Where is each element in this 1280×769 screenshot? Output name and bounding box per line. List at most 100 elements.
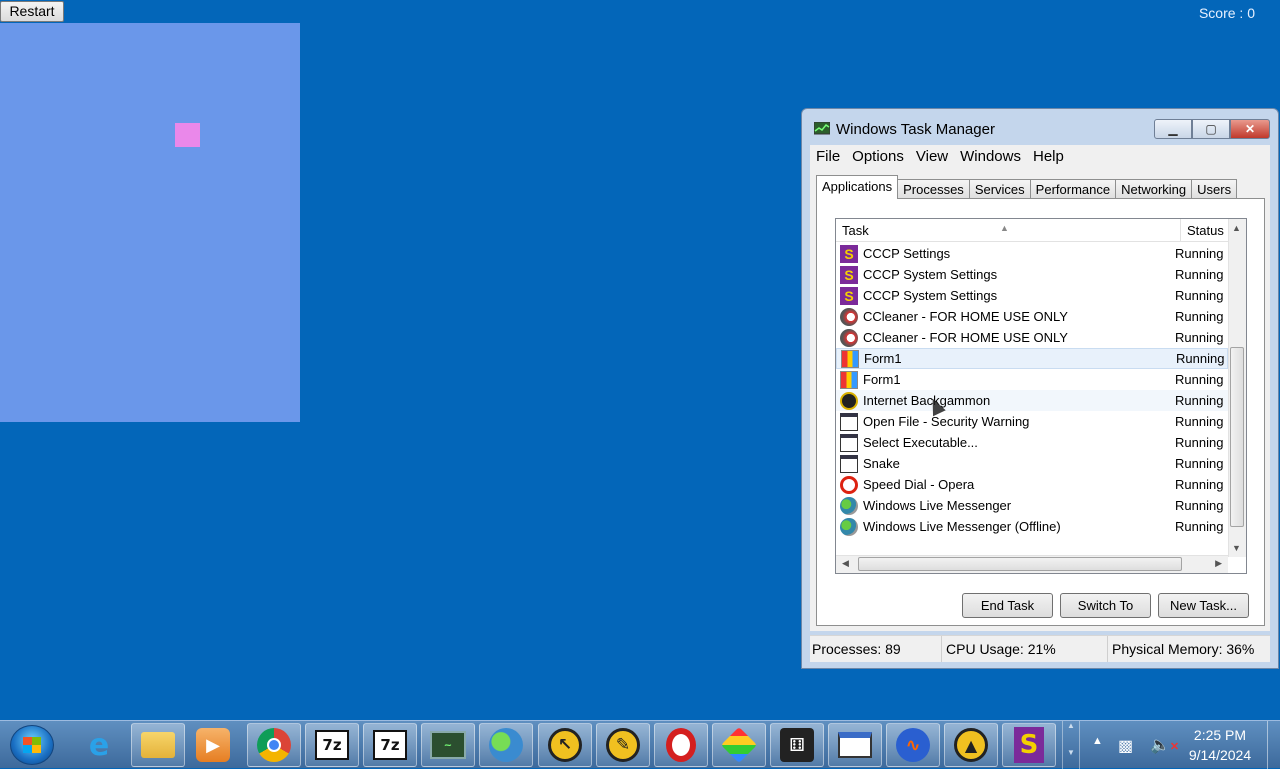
status-bar: Processes: 89 CPU Usage: 21% Physical Me… [810,635,1270,662]
list-header: ▲ Task Status [836,219,1228,242]
list-item[interactable]: S CCCP System Settings Running [836,285,1228,306]
taskbar-scroll-grip[interactable]: ▲ ▼ [1062,721,1080,769]
form-icon [840,370,858,389]
minimize-icon: ▁ [1168,122,1178,136]
restart-button[interactable]: Restart [0,1,64,22]
list-item[interactable]: Open File - Security Warning Running [836,411,1228,432]
column-header-task[interactable]: ▲ Task [836,219,1181,241]
taskbar-item-explorer[interactable] [131,723,185,767]
taskbar-item-audacity[interactable]: ∿ [886,723,940,767]
applications-list[interactable]: ▲ Task Status S CCCP Settings Running S CCC… [835,218,1247,574]
opera-icon [840,475,858,494]
taskbar-item-messenger[interactable] [479,723,533,767]
new-task-button[interactable]: New Task... [1158,593,1249,618]
7zip-icon: 7z [315,730,349,760]
menu-options[interactable]: Options [846,148,910,165]
list-item[interactable]: Internet Backgammon Running [836,390,1228,411]
task-name: Snake [863,456,900,471]
end-task-button[interactable]: End Task [962,593,1053,618]
tab-strip: Applications Processes Services Performa… [816,175,1238,199]
taskbar-item-dice[interactable]: ⚅ [770,723,824,767]
clock-date: 9/14/2024 [1188,747,1252,763]
scroll-down-icon[interactable]: ▼ [1232,543,1241,553]
show-desktop-button[interactable] [1267,721,1280,769]
list-item[interactable]: CCleaner - FOR HOME USE ONLY Running [836,327,1228,348]
task-name: CCleaner - FOR HOME USE ONLY [863,309,1068,324]
scroll-up-icon[interactable]: ▲ [1232,223,1241,233]
column-header-status[interactable]: Status [1181,219,1224,241]
list-item[interactable]: Snake Running [836,453,1228,474]
menu-windows[interactable]: Windows [954,148,1027,165]
maximize-button[interactable]: ▢ [1192,119,1230,139]
tab-processes[interactable]: Processes [897,179,970,199]
taskbar-item-bluestacks[interactable] [712,723,766,767]
taskbar-item-chrome[interactable] [247,723,301,767]
scroll-left-icon[interactable]: ◀ [842,558,849,569]
media-player-icon: ▶ [196,728,230,762]
cccp-icon: S [840,286,858,305]
taskbar-item-opera[interactable] [654,723,708,767]
list-item[interactable]: CCleaner - FOR HOME USE ONLY Running [836,306,1228,327]
menu-help[interactable]: Help [1027,148,1070,165]
list-item[interactable]: Select Executable... Running [836,432,1228,453]
switch-to-button[interactable]: Switch To [1060,593,1151,618]
show-hidden-icons-icon[interactable]: ▲ [1092,735,1103,747]
list-item[interactable]: Windows Live Messenger Running [836,495,1228,516]
list-item[interactable]: S CCCP Settings Running [836,243,1228,264]
list-item[interactable]: Windows Live Messenger (Offline) Running [836,516,1228,537]
tab-performance[interactable]: Performance [1029,179,1117,199]
start-button[interactable] [10,725,54,765]
taskbar: e ▶ 7z 7z ~ ↖ ✎ ⚅ ∿ ▲ S ▲ ▼ ▲ ▩ 🔈✕ 2:25 P… [0,720,1280,769]
column-status-label: Status [1187,223,1224,238]
taskbar-item-pencil[interactable]: ✎ [596,723,650,767]
taskbar-item-cccp[interactable]: S [1002,723,1056,767]
tab-networking[interactable]: Networking [1115,179,1193,199]
horizontal-scroll-thumb[interactable] [858,557,1182,571]
cccp-icon: S [1014,727,1044,763]
tab-services[interactable]: Services [968,179,1031,199]
opera-icon [666,728,696,762]
task-status: Running [1175,267,1223,282]
form-icon [841,349,859,368]
scroll-right-icon[interactable]: ▶ [1215,558,1222,569]
clock-time: 2:25 PM [1193,727,1247,743]
taskbar-item-7zip-1[interactable]: 7z [305,723,359,767]
taskbar-item-task-manager[interactable]: ~ [421,723,475,767]
volume-muted-icon[interactable]: 🔈✕ [1150,735,1179,755]
list-item[interactable]: S CCCP System Settings Running [836,264,1228,285]
title-bar[interactable]: Windows Task Manager [814,119,995,139]
taskbar-item-media[interactable]: ▶ [186,723,240,767]
list-item-selected[interactable]: Form1 Running [836,348,1228,369]
sort-ascending-icon: ▲ [1000,223,1009,233]
task-name: Form1 [864,351,902,366]
taskbar-item-7zip-2[interactable]: 7z [363,723,417,767]
horizontal-scrollbar[interactable]: ◀ ▶ [836,555,1228,573]
taskbar-item-pointer[interactable]: ↖ [538,723,592,767]
close-button[interactable]: ✕ [1230,119,1270,139]
task-status: Running [1175,393,1223,408]
bluestacks-icon [720,726,758,764]
minimize-button[interactable]: ▁ [1154,119,1192,139]
network-icon[interactable]: ▩ [1118,736,1133,756]
menu-view[interactable]: View [910,148,954,165]
taskbar-item-ie[interactable]: e [72,723,126,767]
backgammon-icon [840,391,858,410]
7zip-icon: 7z [373,730,407,760]
list-item[interactable]: Speed Dial - Opera Running [836,474,1228,495]
tab-applications[interactable]: Applications [816,175,899,199]
list-item[interactable]: Form1 Running [836,369,1228,390]
task-status: Running [1175,414,1223,429]
task-name: Windows Live Messenger [863,498,1012,513]
clock[interactable]: 2:25 PM 9/14/2024 [1180,725,1260,765]
file-explorer-icon [141,732,175,758]
pencil-tool-icon: ✎ [606,728,640,762]
vertical-scrollbar[interactable]: ▲ ▼ [1228,219,1246,557]
applications-panel: ▲ Task Status S CCCP Settings Running S CCC… [816,198,1265,626]
vertical-scroll-thumb[interactable] [1230,347,1244,527]
menu-file[interactable]: File [810,148,846,165]
tab-users[interactable]: Users [1191,179,1238,199]
task-status: Running [1175,456,1223,471]
taskbar-item-snake[interactable] [828,723,882,767]
taskbar-item-triangle-app[interactable]: ▲ [944,723,998,767]
task-status: Running [1175,330,1223,345]
